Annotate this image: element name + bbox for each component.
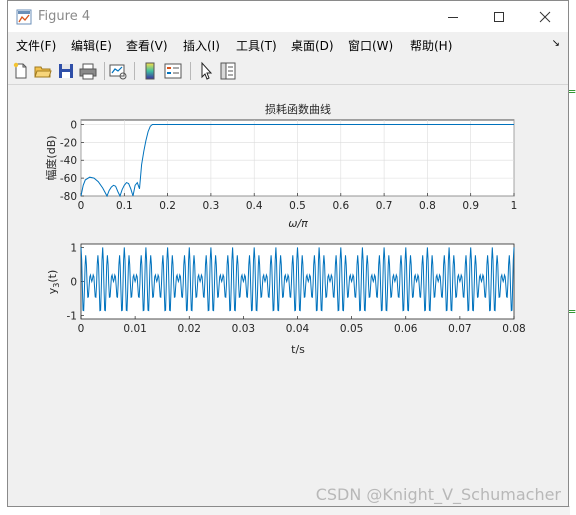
menu-desktop[interactable]: 桌面(D) <box>291 37 334 54</box>
x-tick-label: 0.06 <box>394 323 418 335</box>
csdn-watermark: CSDN @Knight_V_Schumacher <box>316 485 562 505</box>
y-tick-label: -1 <box>67 311 77 323</box>
menu-bar: 文件(F) 编辑(E) 查看(V) 插入(I) 工具(T) 桌面(D) 窗口(W… <box>8 32 568 56</box>
x-tick-label: 0.9 <box>462 200 479 212</box>
axes-2-ylabel: y3(t) <box>46 270 61 295</box>
minimize-icon <box>448 16 458 18</box>
y-tick-label: 0 <box>70 119 77 131</box>
property-inspector-icon[interactable] <box>218 61 238 81</box>
menu-window[interactable]: 窗口(W) <box>348 37 393 54</box>
figure-window: Figure 4 文件(F) 编辑(E) 查看(V) 插入(I) 工具(T) 桌… <box>7 0 569 507</box>
pointer-icon[interactable] <box>196 61 216 81</box>
save-icon[interactable] <box>56 61 76 81</box>
title-bar: Figure 4 <box>8 1 568 32</box>
x-tick-label: 1 <box>511 200 518 212</box>
y-tick-label: -80 <box>60 191 77 203</box>
menu-help[interactable]: 帮助(H) <box>410 37 452 54</box>
matlab-figure-icon <box>16 9 32 25</box>
x-tick-label: 0.8 <box>419 200 436 212</box>
x-tick-label: 0 <box>78 323 85 335</box>
axes-1-ylabel: 幅度(dB) <box>44 135 58 180</box>
x-tick-label: 0.4 <box>246 200 263 212</box>
x-tick-label: 0.08 <box>502 323 525 335</box>
menu-file[interactable]: 文件(F) <box>16 37 56 54</box>
toolbar-separator <box>134 62 135 80</box>
new-figure-icon[interactable] <box>11 61 31 81</box>
x-tick-label: 0.3 <box>203 200 220 212</box>
menu-overflow-icon[interactable]: ↘ <box>552 38 560 49</box>
axes-signal[interactable]: 0 0.01 0.02 0.03 0.04 0.05 0.06 0.07 0.0810-1 t/… <box>46 242 526 356</box>
x-tick-label: 0.2 <box>159 200 176 212</box>
axes-2-xlabel: t/s <box>291 343 305 356</box>
x-tick-label: 0.07 <box>448 323 471 335</box>
x-tick-label: 0.5 <box>289 200 306 212</box>
y-tick-label: -20 <box>60 137 77 149</box>
close-button[interactable] <box>522 1 568 32</box>
window-title: Figure 4 <box>38 9 91 24</box>
minimize-button[interactable] <box>430 1 476 32</box>
menu-tools[interactable]: 工具(T) <box>236 37 277 54</box>
maximize-icon <box>494 11 504 22</box>
axes-1-xlabel: ω/π <box>288 217 308 230</box>
x-tick-label: 0.01 <box>123 323 146 335</box>
plot-area: 0 0.1 0.2 0.3 0.4 0.5 0.6 0.7 0.8 0.9 1 0 -20 -40 -60 -… <box>44 102 562 505</box>
x-tick-label: 0.1 <box>116 200 133 212</box>
x-tick-label: 0.7 <box>376 200 393 212</box>
maximize-button[interactable] <box>476 1 522 32</box>
menu-insert[interactable]: 插入(I) <box>183 37 220 54</box>
y-tick-label: 0 <box>70 277 77 289</box>
toolbar-separator <box>190 62 191 80</box>
insert-legend-icon[interactable] <box>163 61 183 81</box>
x-tick-label: 0.04 <box>286 323 310 335</box>
menu-view[interactable]: 查看(V) <box>126 37 168 54</box>
x-tick-label: 0.02 <box>178 323 201 335</box>
x-tick-label: 0.03 <box>232 323 255 335</box>
x-tick-label: 0.05 <box>340 323 363 335</box>
link-plot-icon[interactable] <box>108 61 128 81</box>
close-icon <box>539 11 551 22</box>
axes-1-title: 损耗函数曲线 <box>265 102 331 116</box>
x-tick-label: 0 <box>78 200 85 212</box>
figure-canvas: 0 0.1 0.2 0.3 0.4 0.5 0.6 0.7 0.8 0.9 1 0 -20 -40 -60 -… <box>8 85 568 506</box>
x-tick-label: 0.6 <box>332 200 349 212</box>
y-tick-label: -60 <box>60 173 77 185</box>
y-tick-label: 1 <box>70 242 77 254</box>
axes-loss-function[interactable]: 0 0.1 0.2 0.3 0.4 0.5 0.6 0.7 0.8 0.9 1 0 -20 -40 -60 -… <box>44 102 517 230</box>
print-icon[interactable] <box>78 61 98 81</box>
insert-colorbar-icon[interactable] <box>140 61 160 81</box>
toolbar <box>8 58 568 85</box>
y-tick-label: -40 <box>60 155 77 167</box>
open-file-icon[interactable] <box>33 61 53 81</box>
toolbar-separator <box>104 62 105 80</box>
menu-edit[interactable]: 编辑(E) <box>71 37 112 54</box>
